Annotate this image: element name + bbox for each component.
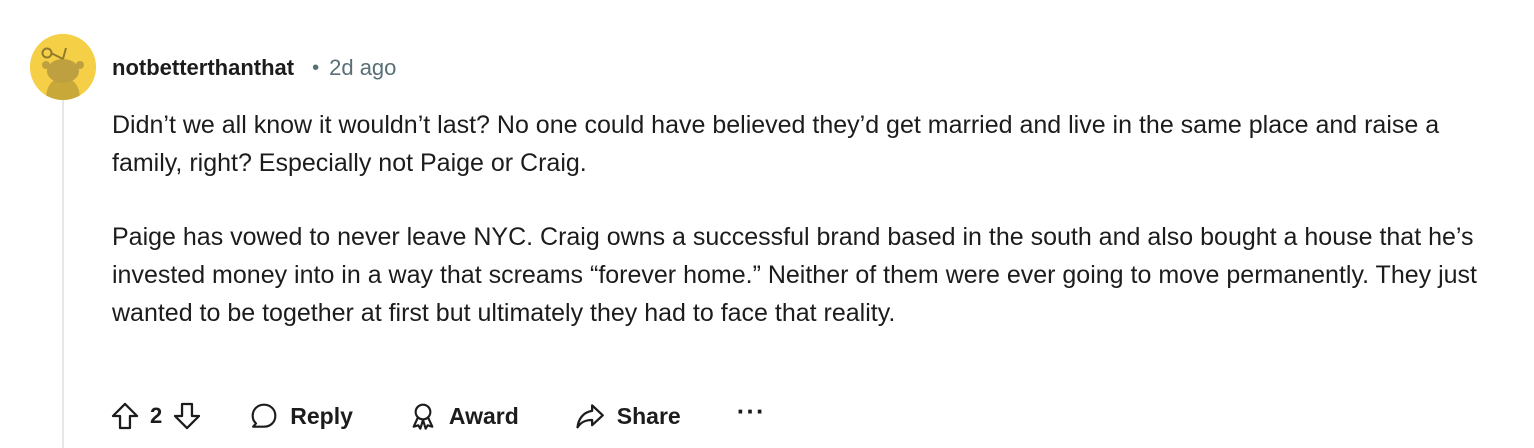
upvote-button[interactable] (108, 399, 142, 433)
share-arrow-icon (576, 404, 604, 429)
snoo-avatar-icon (30, 34, 96, 100)
vote-control: 2 (108, 399, 204, 433)
user-avatar[interactable] (30, 34, 96, 100)
thread-line[interactable] (62, 100, 64, 448)
award-label: Award (448, 402, 519, 429)
comment-paragraph: Didn’t we all know it wouldn’t last? No … (112, 111, 1440, 177)
downvote-arrow-icon (174, 402, 201, 430)
comment-header: notbetterthanthat • 2d ago (112, 52, 396, 84)
upvote-arrow-icon (111, 402, 139, 430)
more-options-button[interactable]: ··· (737, 398, 766, 424)
reply-label: Reply (290, 402, 353, 429)
vote-score: 2 (150, 403, 163, 428)
meta-separator: • (312, 56, 320, 79)
share-button[interactable]: Share (573, 399, 681, 433)
comment-action-bar: 2 Reply Award Share ··· (108, 394, 766, 438)
comment-body: Didn’t we all know it wouldn’t last? No … (112, 106, 1512, 332)
comment-paragraph: Paige has vowed to never leave NYC. Crai… (112, 223, 1477, 327)
speech-bubble-icon (251, 403, 277, 428)
ellipsis-icon: ··· (736, 396, 766, 426)
award-button[interactable]: Award (407, 400, 519, 432)
comment-timestamp[interactable]: 2d ago (329, 55, 396, 81)
comment: notbetterthanthat • 2d ago Didn’t we all… (0, 0, 1534, 448)
downvote-button[interactable] (170, 399, 204, 433)
award-ribbon-icon (412, 403, 434, 430)
reply-button[interactable]: Reply (248, 400, 353, 432)
share-label: Share (616, 402, 681, 429)
author-username[interactable]: notbetterthanthat (112, 55, 294, 81)
